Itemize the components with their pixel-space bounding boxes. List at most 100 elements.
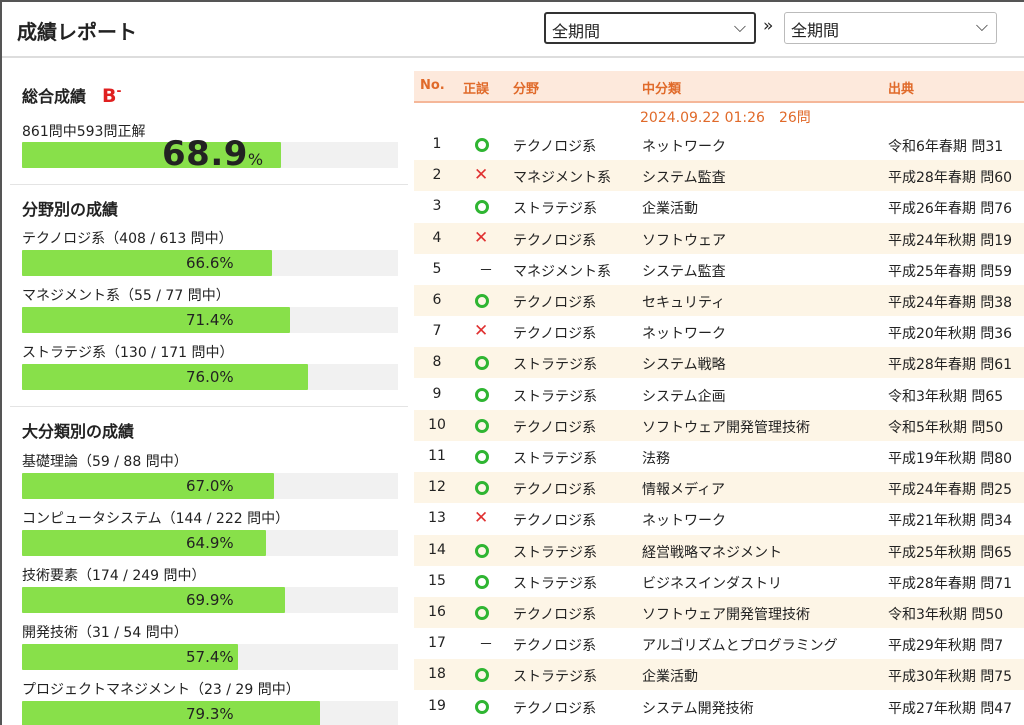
- correct-icon: [475, 606, 489, 620]
- correct-icon: [475, 356, 489, 371]
- overall-progress-bar: 68.9%: [22, 134, 398, 174]
- table-row[interactable]: 4 ✕ テクノロジ系 ソフトウェア 平成24年秋期 問19: [414, 222, 1024, 254]
- row-source: 平成24年秋期 問19: [888, 232, 1013, 249]
- field-progress-bar: 71.4%: [22, 307, 398, 333]
- major-progress-fill: [22, 587, 285, 613]
- row-field: テクノロジ系: [513, 700, 597, 717]
- overall-percent: 68.9%: [162, 134, 264, 174]
- row-no: 4: [432, 229, 442, 246]
- correct-icon: [475, 450, 489, 464]
- table-header: No. 正誤 分野 中分類 出典: [414, 71, 1024, 103]
- row-category: セキュリティ: [642, 295, 726, 311]
- row-field: ストラテジ系: [513, 575, 597, 592]
- chevron-down-icon: ⌵: [733, 17, 746, 36]
- field-label: マネジメント系（55 / 77 問中）: [22, 288, 230, 304]
- row-field: テクノロジ系: [513, 326, 597, 343]
- header: 成績レポート 全期間 ⌵ » 全期間 ⌵: [2, 2, 1024, 58]
- table-row[interactable]: 1 テクノロジ系 ネットワーク 令和6年春期 問31: [414, 129, 1024, 160]
- row-category: 企業活動: [642, 201, 698, 218]
- table-row[interactable]: 2 ✕ マネジメント系 システム監査 平成28年春期 問60: [414, 160, 1024, 192]
- overall-percent-unit: %: [247, 150, 264, 169]
- row-source: 平成19年秋期 問80: [888, 451, 1013, 467]
- row-source: 平成26年春期 問76: [888, 201, 1013, 218]
- divider: [10, 406, 408, 407]
- row-field: テクノロジ系: [513, 139, 597, 155]
- period-to-select[interactable]: 全期間 ⌵: [784, 12, 997, 44]
- table-row[interactable]: 10 テクノロジ系 ソフトウェア開発管理技術 令和5年秋期 問50: [414, 409, 1024, 441]
- row-source: 令和3年秋期 問50: [888, 607, 1004, 623]
- table-row[interactable]: 11 ストラテジ系 法務 平成19年秋期 問80: [414, 441, 1024, 472]
- row-no: 12: [428, 479, 446, 496]
- grade-modifier: -: [116, 83, 122, 98]
- table-row[interactable]: 3 ストラテジ系 企業活動 平成26年春期 問76: [414, 191, 1024, 222]
- major-progress-bar: 64.9%: [22, 530, 398, 556]
- row-category: システム監査: [642, 263, 726, 280]
- row-category: ネットワーク: [642, 513, 726, 530]
- row-field: テクノロジ系: [513, 419, 597, 436]
- table-row[interactable]: 5 － マネジメント系 システム監査 平成25年春期 問59: [414, 254, 1024, 285]
- col-result: 正誤: [463, 82, 490, 97]
- table-row[interactable]: 17 － テクノロジ系 アルゴリズムとプログラミング 平成29年秋期 問7: [414, 628, 1024, 659]
- row-source: 令和5年秋期 問50: [888, 419, 1004, 436]
- row-no: 19: [428, 697, 446, 714]
- row-source: 平成28年春期 問61: [888, 357, 1013, 374]
- major-progress-bar: 67.0%: [22, 473, 398, 499]
- row-category: システム戦略: [642, 357, 726, 374]
- major-label: プロジェクトマネジメント（23 / 29 問中）: [22, 682, 300, 698]
- row-no: 5: [432, 260, 442, 277]
- major-label: 開発技術（31 / 54 問中）: [22, 625, 188, 641]
- table-row[interactable]: 8 ストラテジ系 システム戦略 平成28年春期 問61: [414, 347, 1024, 379]
- row-field: テクノロジ系: [513, 513, 597, 530]
- row-field: テクノロジ系: [513, 638, 597, 655]
- table-row[interactable]: 7 ✕ テクノロジ系 ネットワーク 平成20年秋期 問36: [414, 316, 1024, 347]
- col-field: 分野: [513, 82, 540, 97]
- incorrect-icon: ✕: [474, 165, 489, 186]
- table-row[interactable]: 14 ストラテジ系 経営戦略マネジメント 平成25年秋期 問65: [414, 534, 1024, 566]
- table-row[interactable]: 13 ✕ テクノロジ系 ネットワーク 平成21年秋期 問34: [414, 503, 1024, 534]
- table-row[interactable]: 9 ストラテジ系 システム企画 令和3年秋期 問65: [414, 379, 1024, 410]
- chevron-down-icon: ⌵: [975, 16, 988, 35]
- table-row[interactable]: 15 ストラテジ系 ビジネスインダストリ 平成28年春期 問71: [414, 566, 1024, 597]
- field-label: ストラテジ系（130 / 171 問中）: [22, 345, 234, 361]
- major-label: コンピュータシステム（144 / 222 問中）: [22, 511, 290, 527]
- row-category: ソフトウェア開発管理技術: [642, 419, 810, 436]
- major-percent: 64.9%: [186, 534, 234, 552]
- divider: [10, 184, 408, 185]
- row-source: 平成28年春期 問60: [888, 170, 1013, 187]
- report-window: 成績レポート 全期間 ⌵ » 全期間 ⌵ 総合成績 B- 861問中593問正解 …: [0, 0, 1024, 725]
- correct-icon: [475, 543, 489, 558]
- row-source: 平成28年春期 問71: [888, 575, 1013, 592]
- table-row[interactable]: 18 ストラテジ系 企業活動 平成30年秋期 問75: [414, 659, 1024, 691]
- major-progress-fill: [22, 701, 321, 725]
- field-progress-bar: 76.0%: [22, 364, 398, 390]
- period-to-value: 全期間: [791, 21, 840, 40]
- row-field: ストラテジ系: [513, 451, 597, 467]
- row-source: 平成29年秋期 問7: [888, 638, 1004, 655]
- table-row[interactable]: 12 テクノロジ系 情報メディア 平成24年春期 問25: [414, 472, 1024, 504]
- row-no: 1: [432, 136, 442, 152]
- row-no: 14: [428, 541, 446, 558]
- table-row[interactable]: 16 テクノロジ系 ソフトウェア開発管理技術 令和3年秋期 問50: [414, 597, 1024, 628]
- major-label: 技術要素（174 / 249 問中）: [22, 568, 206, 584]
- row-source: 平成30年秋期 問75: [888, 669, 1013, 686]
- field-progress-fill: [22, 250, 273, 276]
- period-from-select[interactable]: 全期間 ⌵: [544, 12, 756, 44]
- row-source: 平成24年春期 問38: [888, 295, 1013, 311]
- row-field: テクノロジ系: [513, 295, 597, 311]
- major-progress-bar: 79.3%: [22, 701, 398, 725]
- col-category: 中分類: [642, 82, 682, 97]
- row-category: ビジネスインダストリ: [642, 575, 782, 592]
- row-category: 情報メディア: [642, 482, 726, 499]
- correct-icon: [475, 699, 489, 714]
- correct-icon: [475, 574, 489, 589]
- incorrect-icon: ✕: [474, 227, 489, 248]
- row-source: 平成21年秋期 問34: [888, 513, 1013, 530]
- row-category: 法務: [642, 451, 670, 467]
- field-progress-fill: [22, 307, 291, 333]
- row-category: ネットワーク: [642, 326, 726, 343]
- table-row[interactable]: 19 テクノロジ系 システム開発技術 平成27年秋期 問47: [414, 691, 1024, 722]
- row-no: 17: [428, 635, 446, 652]
- table-row[interactable]: 6 テクノロジ系 セキュリティ 平成24年春期 問38: [414, 285, 1024, 316]
- col-no: No.: [420, 78, 445, 93]
- unanswered-mark: －: [479, 262, 493, 279]
